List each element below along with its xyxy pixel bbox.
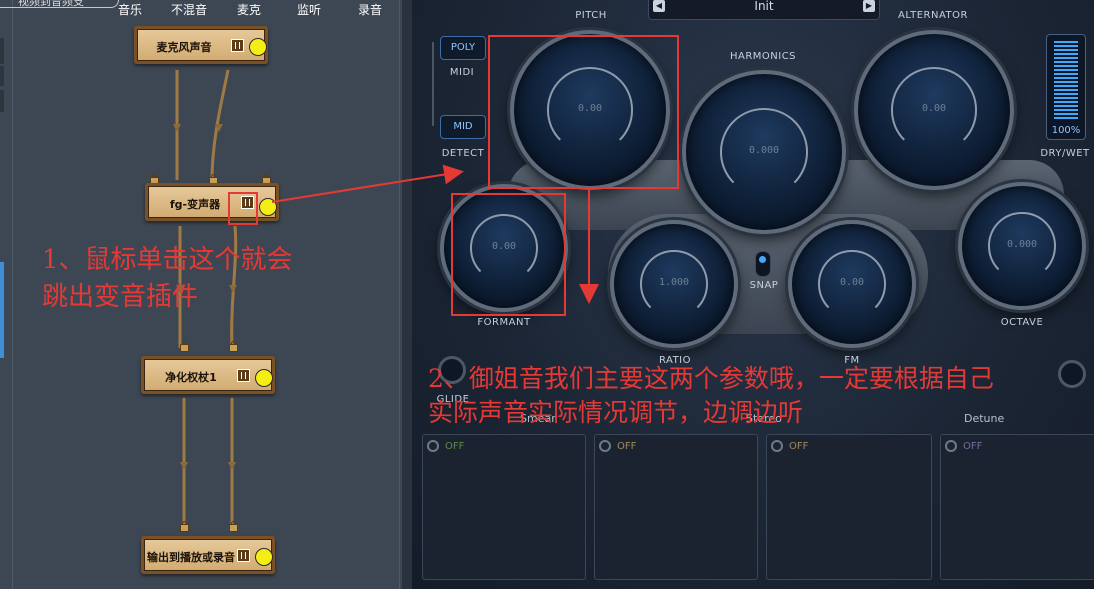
mid-button[interactable]: MID: [440, 115, 486, 139]
status-dot[interactable]: [255, 369, 273, 387]
node-voice-changer[interactable]: fg-变声器: [145, 183, 279, 221]
lock-icon: [180, 521, 189, 532]
fx-state[interactable]: OFF: [789, 441, 808, 452]
node-mic-input[interactable]: 麦克风声音: [134, 26, 268, 64]
node-label: 净化权杖1: [165, 371, 217, 384]
status-dot[interactable]: [249, 38, 267, 56]
dry-wet-meter[interactable]: 100%: [1046, 34, 1086, 140]
midi-label: MIDI: [449, 67, 475, 78]
fx-panel-smear: OFF: [422, 434, 586, 580]
alternator-label: ALTERNATOR: [898, 10, 968, 21]
lock-icon: [229, 521, 238, 532]
mixer-settings-icon[interactable]: [231, 39, 244, 52]
fx-state[interactable]: OFF: [445, 441, 464, 452]
alternator-knob[interactable]: 0.00: [854, 30, 1014, 190]
annotation-note-1-line-2: 跳出变音插件: [42, 282, 199, 312]
formant-label: FORMANT: [477, 317, 531, 328]
dry-wet-label: DRY/WET: [1040, 148, 1090, 159]
preset-selector[interactable]: ◀ Init ▶: [648, 0, 880, 20]
annotation-note-2-line-1: 2、御姐音我们主要这两个参数哦，一定要根据自己: [428, 364, 994, 393]
lock-icon: [180, 341, 189, 352]
octave-value: 0.000: [1006, 239, 1038, 250]
fm-knob[interactable]: 0.00: [788, 220, 916, 348]
snap-toggle[interactable]: [755, 251, 771, 277]
ratio-knob[interactable]: 1.000: [610, 220, 738, 348]
status-dot[interactable]: [255, 548, 273, 566]
annotation-note-1-line-1: 1、鼠标单击这个就会: [42, 245, 293, 275]
octave-label: OCTAVE: [1000, 317, 1044, 328]
status-dot[interactable]: [259, 198, 277, 216]
mixer-settings-icon[interactable]: [237, 369, 250, 382]
octave-knob[interactable]: 0.000: [958, 182, 1086, 310]
poly-button[interactable]: POLY: [440, 36, 486, 60]
triangle-left-icon[interactable]: ◀: [653, 0, 665, 12]
highlight-pitch-knob: [488, 35, 679, 189]
dry-wet-value: 100%: [1051, 125, 1081, 136]
pitch-label: PITCH: [575, 10, 607, 21]
fx-panel-stereo: OFF: [594, 434, 758, 580]
meter-bars: [1054, 41, 1078, 119]
right-small-knob[interactable]: [1058, 360, 1086, 388]
fx-state[interactable]: OFF: [963, 441, 982, 452]
node-label: 输出到播放或录音: [147, 551, 235, 564]
detect-label: DETECT: [441, 148, 485, 159]
harmonics-value: 0.000: [748, 145, 780, 156]
highlight-formant-knob: [451, 193, 566, 316]
triangle-right-icon[interactable]: ▶: [863, 0, 875, 12]
pane-splitter[interactable]: [402, 0, 412, 589]
fx-label-detune: Detune: [964, 412, 1005, 425]
annotation-note-2-line-2: 实际声音实际情况调节，边调边听: [428, 398, 804, 427]
fm-value: 0.00: [839, 277, 865, 288]
fx-panel-detune: OFF: [940, 434, 1094, 580]
harmonics-label: HARMONICS: [729, 51, 797, 62]
node-label: 麦克风声音: [156, 41, 212, 54]
bracket: [432, 42, 434, 126]
harmonics-knob[interactable]: 0.000: [682, 70, 846, 234]
highlight-mixer-button: [228, 192, 258, 225]
snap-label: SNAP: [749, 280, 779, 291]
fx-state[interactable]: OFF: [617, 441, 636, 452]
mixer-settings-icon[interactable]: [237, 549, 250, 562]
alternator-value: 0.00: [921, 103, 947, 114]
lock-icon: [229, 341, 238, 352]
ratio-value: 1.000: [658, 277, 690, 288]
preset-name: Init: [754, 0, 774, 13]
fx-panel-third: OFF: [766, 434, 932, 580]
